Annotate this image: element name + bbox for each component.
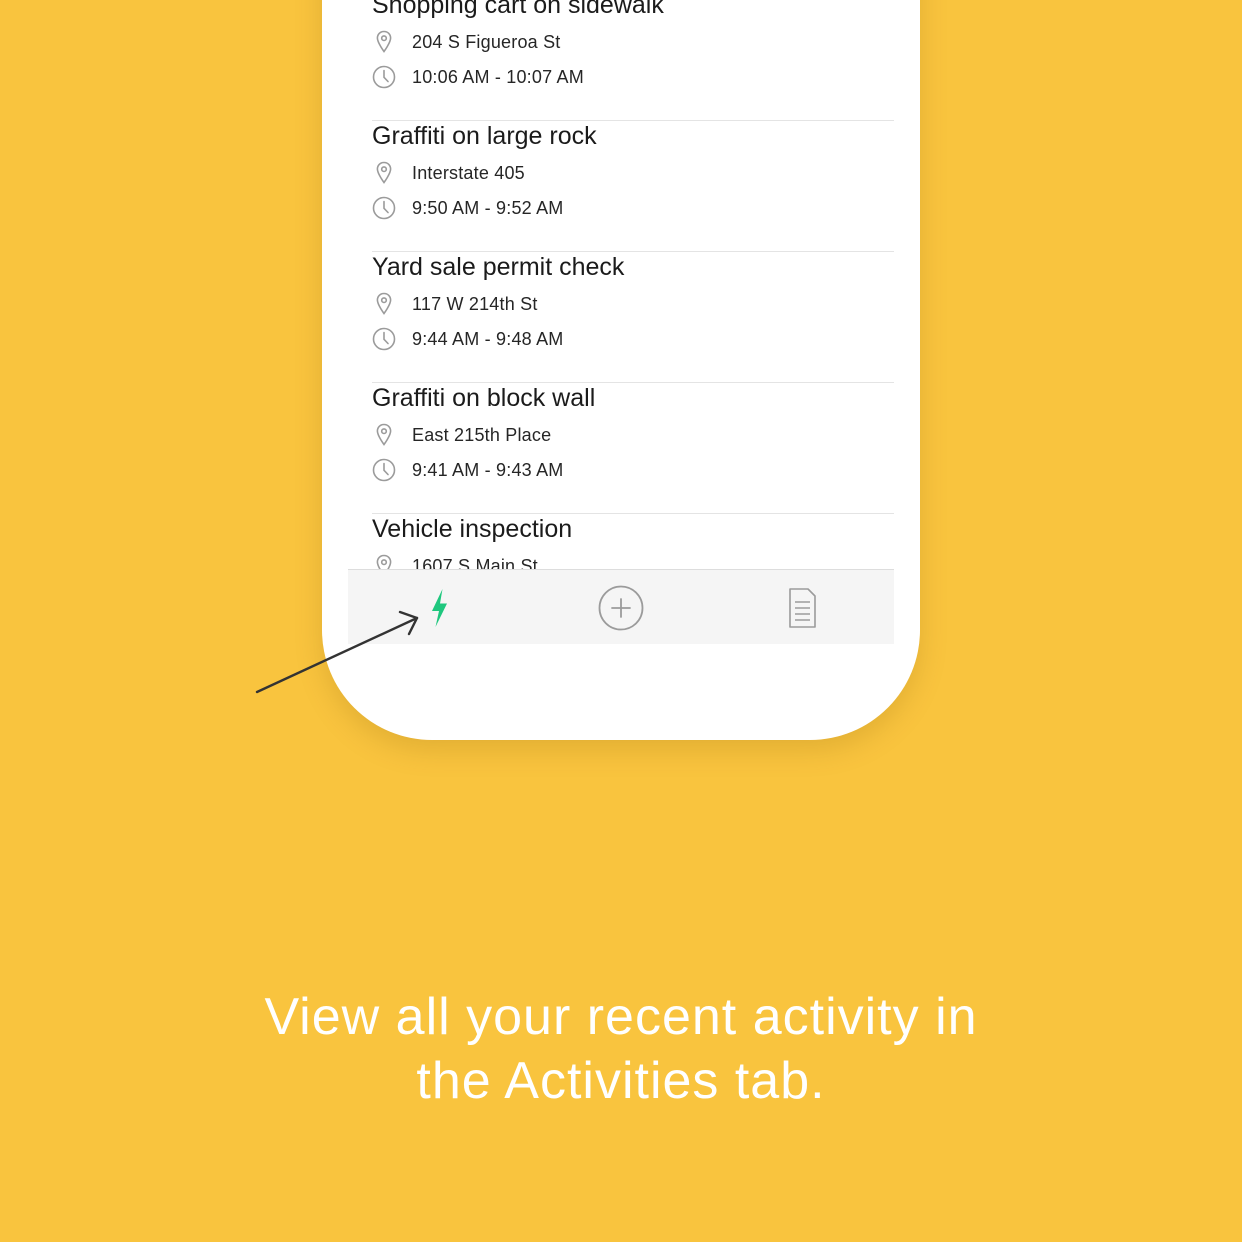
activity-title: Shopping cart on sidewalk xyxy=(372,0,664,19)
clock-icon xyxy=(372,64,396,90)
clock-icon xyxy=(372,195,396,221)
promo-screen: Shopping cart on sidewalk 204 S Figueroa… xyxy=(0,0,1242,1242)
activity-location-row: East 215th Place xyxy=(372,421,872,449)
app-screen: Shopping cart on sidewalk 204 S Figueroa… xyxy=(348,0,894,644)
activity-location-row: 204 S Figueroa St xyxy=(372,28,872,56)
map-pin-icon xyxy=(372,422,396,448)
caption-line-1: View all your recent activity in xyxy=(264,988,978,1046)
plus-circle-icon xyxy=(595,582,647,634)
activity-title: Yard sale permit check xyxy=(372,253,625,281)
map-pin-icon xyxy=(372,553,396,570)
tab-activities[interactable] xyxy=(413,582,465,634)
activity-title: Graffiti on large rock xyxy=(372,122,597,150)
activity-location-row: 1607 S Main St xyxy=(372,552,872,570)
activity-time-row: 9:41 AM - 9:43 AM xyxy=(372,456,872,484)
activity-location: 1607 S Main St xyxy=(412,556,538,570)
activity-item[interactable]: Yard sale permit check 117 W 214th St 9:… xyxy=(372,251,894,383)
activity-location-row: Interstate 405 xyxy=(372,159,872,187)
activity-location: 117 W 214th St xyxy=(412,294,538,314)
activity-time-row: 9:50 AM - 9:52 AM xyxy=(372,194,872,222)
document-icon xyxy=(776,582,828,634)
map-pin-icon xyxy=(372,160,396,186)
activity-time: 9:50 AM - 9:52 AM xyxy=(412,198,564,218)
activity-item[interactable]: Graffiti on block wall East 215th Place … xyxy=(372,382,894,514)
activity-item[interactable]: Vehicle inspection 1607 S Main St xyxy=(372,513,894,570)
phone-frame: Shopping cart on sidewalk 204 S Figueroa… xyxy=(322,0,920,740)
activity-title: Vehicle inspection xyxy=(372,515,573,543)
tab-bar xyxy=(348,569,894,644)
activity-title: Graffiti on block wall xyxy=(372,384,596,412)
activity-time: 9:44 AM - 9:48 AM xyxy=(412,329,564,349)
activity-location: Interstate 405 xyxy=(412,163,525,183)
promo-caption: View all your recent activity in the Act… xyxy=(120,985,1122,1113)
clock-icon xyxy=(372,457,396,483)
caption-line-2: the Activities tab. xyxy=(416,1052,826,1110)
activity-item[interactable]: Shopping cart on sidewalk 204 S Figueroa… xyxy=(372,0,894,121)
activity-location-row: 117 W 214th St xyxy=(372,290,872,318)
activity-time: 9:41 AM - 9:43 AM xyxy=(412,460,564,480)
activity-location: East 215th Place xyxy=(412,425,552,445)
activity-item[interactable]: Graffiti on large rock Interstate 405 9:… xyxy=(372,120,894,252)
tab-new-activity[interactable] xyxy=(595,582,647,634)
map-pin-icon xyxy=(372,291,396,317)
activity-time: 10:06 AM - 10:07 AM xyxy=(412,67,584,87)
map-pin-icon xyxy=(372,29,396,55)
lightning-bolt-icon xyxy=(413,582,465,634)
tab-reports[interactable] xyxy=(776,582,828,634)
activity-list[interactable]: Shopping cart on sidewalk 204 S Figueroa… xyxy=(372,0,894,570)
activity-time-row: 10:06 AM - 10:07 AM xyxy=(372,63,872,91)
activity-time-row: 9:44 AM - 9:48 AM xyxy=(372,325,872,353)
activity-location: 204 S Figueroa St xyxy=(412,32,561,52)
clock-icon xyxy=(372,326,396,352)
